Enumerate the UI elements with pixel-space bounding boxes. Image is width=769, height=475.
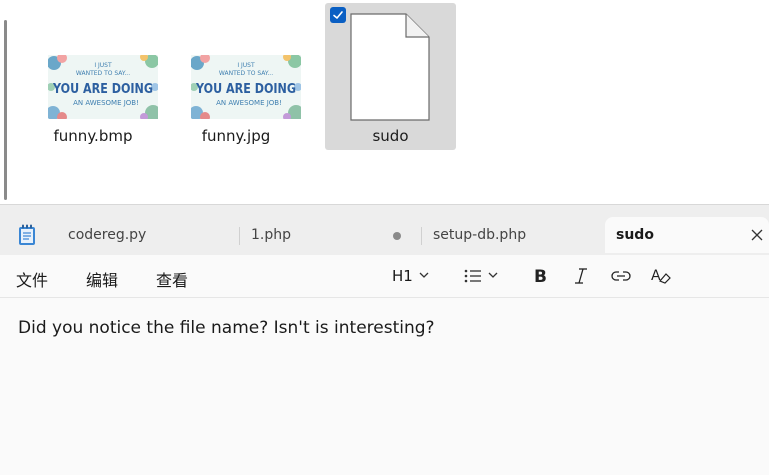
thumb-text-line2: WANTED TO SAY... (219, 70, 273, 77)
file-item-sudo[interactable]: sudo (325, 3, 456, 150)
file-name: sudo (372, 127, 409, 145)
menu-view[interactable]: 查看 (156, 267, 188, 291)
file-item-funny-bmp[interactable]: I JUST WANTED TO SAY... YOU ARE DOING AN… (27, 3, 159, 150)
notepad-window: codereg.py 1.php setup-db.php sudo 文件 编辑… (0, 204, 769, 475)
thumb-text-line4: AN AWESOME JOB! (73, 99, 139, 107)
bold-button[interactable]: B (533, 265, 549, 287)
tab-setup-db-php[interactable]: setup-db.php (422, 217, 602, 253)
image-thumbnail: I JUST WANTED TO SAY... YOU ARE DOING AN… (48, 55, 158, 119)
selection-checkbox[interactable] (330, 7, 346, 23)
italic-button[interactable] (573, 265, 589, 287)
notepad-app-icon (19, 224, 35, 245)
bold-icon: B (534, 267, 547, 285)
file-name: funny.jpg (201, 127, 271, 145)
link-icon (611, 271, 631, 281)
thumb-text-line1: I JUST (94, 62, 112, 69)
editor-content: Did you notice the file name? Isn't is i… (18, 318, 435, 338)
chevron-down-icon (419, 272, 429, 278)
tab-label: 1.php (251, 227, 292, 243)
tab-label: codereg.py (68, 227, 147, 243)
document-icon (350, 13, 430, 121)
clear-formatting-button[interactable]: A (651, 265, 671, 287)
bulleted-list-icon (464, 269, 481, 283)
tab-label: sudo (616, 227, 654, 243)
tab-codereg-py[interactable]: codereg.py (52, 217, 238, 253)
heading-level: H1 (392, 267, 413, 285)
tab-1-php[interactable]: 1.php (240, 217, 420, 253)
menu-bar: 文件 编辑 查看 H1 B A (0, 255, 769, 298)
thumb-text-line3: YOU ARE DOING (52, 82, 153, 97)
image-thumbnail: I JUST WANTED TO SAY... YOU ARE DOING AN… (191, 55, 301, 119)
link-button[interactable] (611, 265, 631, 287)
thumb-text-line2: WANTED TO SAY... (76, 70, 130, 77)
file-explorer: I JUST WANTED TO SAY... YOU ARE DOING AN… (0, 0, 769, 204)
menu-file[interactable]: 文件 (16, 267, 48, 291)
italic-icon (575, 268, 587, 284)
close-icon[interactable] (749, 227, 765, 243)
svg-text:B: B (534, 267, 547, 285)
file-item-funny-jpg[interactable]: I JUST WANTED TO SAY... YOU ARE DOING AN… (170, 3, 302, 150)
thumb-text-line1: I JUST (237, 62, 255, 69)
file-name: funny.bmp (53, 127, 133, 145)
clear-formatting-icon: A (651, 268, 671, 284)
unsaved-dot-icon[interactable] (393, 232, 401, 240)
checkmark-icon (333, 11, 343, 19)
tab-sudo[interactable]: sudo (605, 217, 769, 253)
heading-dropdown[interactable]: H1 (392, 265, 433, 287)
thumb-text-line4: AN AWESOME JOB! (216, 99, 282, 107)
text-editor[interactable]: Did you notice the file name? Isn't is i… (0, 298, 769, 475)
thumb-text-line3: YOU ARE DOING (195, 82, 296, 97)
explorer-scrollbar[interactable] (4, 20, 7, 200)
tab-bar: codereg.py 1.php setup-db.php sudo (0, 205, 769, 255)
menu-edit[interactable]: 编辑 (86, 267, 118, 291)
list-dropdown[interactable] (463, 265, 503, 287)
chevron-down-icon (488, 272, 498, 278)
tab-label: setup-db.php (433, 227, 527, 243)
svg-text:A: A (651, 268, 661, 284)
